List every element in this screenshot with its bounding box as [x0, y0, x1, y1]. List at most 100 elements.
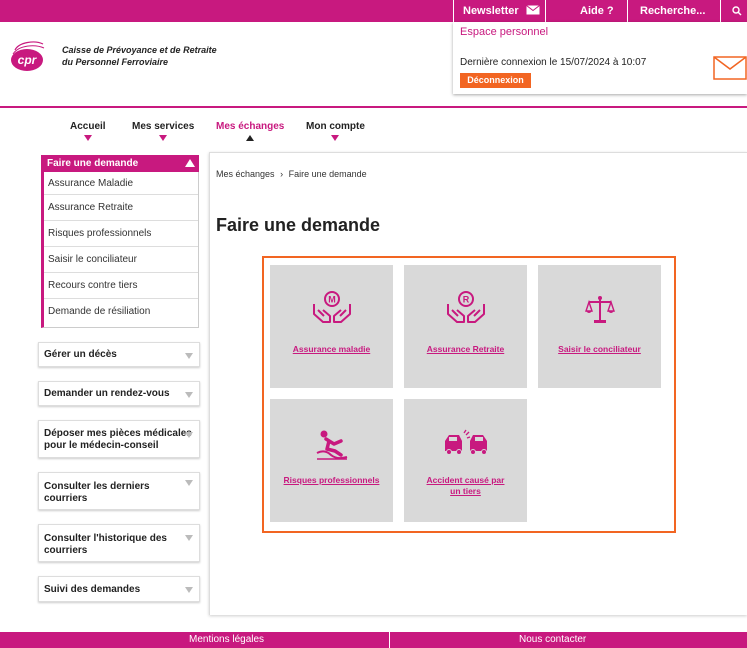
logo-text: cpr	[18, 53, 38, 67]
section-label-line2: courriers	[44, 493, 88, 504]
collapse-icon	[185, 159, 195, 167]
mail-icon[interactable]	[713, 56, 747, 80]
newsletter-link[interactable]: Newsletter	[463, 0, 540, 22]
chevron-down-icon	[185, 432, 193, 438]
svg-text:R: R	[462, 295, 469, 305]
sidebar-section-historique-courriers[interactable]: Consulter l'historique des courriers	[38, 524, 200, 562]
nav-label: Accueil	[70, 121, 106, 132]
cpr-logo[interactable]: cpr	[9, 40, 45, 74]
envelope-icon	[525, 5, 540, 15]
section-label: Déposer mes pièces médicales pour le méd…	[44, 428, 192, 452]
tile-risques-professionnels[interactable]: Risques professionnels	[270, 399, 393, 522]
tile-label-line1: Saisir le conciliateur	[558, 344, 641, 354]
top-bar-divider	[453, 0, 454, 22]
sidebar-section-rendez-vous[interactable]: Demander un rendez-vous	[38, 381, 200, 406]
personal-space-title[interactable]: Espace personnel	[460, 26, 548, 38]
tile-label: Accident causé par un tiers	[408, 475, 523, 497]
sidebar-item-recours-contre-tiers[interactable]: Recours contre tiers	[44, 273, 198, 299]
sidebar-section-derniers-courriers[interactable]: Consulter les derniers courriers	[38, 472, 200, 510]
organization-name: Caisse de Prévoyance et de Retraite du P…	[62, 44, 217, 68]
chevron-down-icon	[83, 135, 92, 141]
sidebar-submenu: Assurance Maladie Assurance Retraite Ris…	[41, 172, 199, 328]
tile-label: Assurance Retraite	[408, 344, 523, 355]
footer: Mentions légales Nous contacter	[0, 632, 747, 648]
chevron-down-icon	[185, 353, 193, 359]
nav-label: Mes services	[132, 121, 195, 132]
section-label-line1: Consulter l'historique des	[44, 533, 167, 544]
scales-icon	[584, 296, 615, 323]
chevron-down-icon	[331, 135, 340, 141]
tile-saisir-conciliateur[interactable]: Saisir le conciliateur	[538, 265, 661, 388]
nav-label: Mes échanges	[216, 121, 285, 132]
tile-assurance-maladie[interactable]: M Assurance maladie	[270, 265, 393, 388]
logout-button[interactable]: Déconnexion	[460, 73, 531, 88]
chevron-up-icon	[246, 135, 255, 141]
section-label: Suivi des demandes	[44, 584, 140, 596]
section-label-line2: courriers	[44, 545, 88, 556]
section-label-line1: Suivi des demandes	[44, 584, 141, 595]
tile-label-line2: un tiers	[450, 486, 481, 496]
nav-item-accueil[interactable]: Accueil	[70, 121, 106, 141]
tile-accident-tiers[interactable]: Accident causé par un tiers	[404, 399, 527, 522]
breadcrumb-current: Faire une demande	[288, 169, 367, 179]
nav-label: Mon compte	[306, 121, 365, 132]
hands-r-icon: R	[446, 291, 485, 323]
nav-item-mes-echanges[interactable]: Mes échanges	[216, 121, 284, 141]
car-crash-icon	[444, 429, 487, 455]
breadcrumb-separator: ›	[280, 169, 284, 179]
sidebar-item-assurance-maladie[interactable]: Assurance Maladie	[44, 172, 198, 195]
sidebar-item-demande-resiliation[interactable]: Demande de résiliation	[44, 299, 198, 325]
help-link[interactable]: Aide ?	[580, 0, 614, 22]
sidebar-item-risques-professionnels[interactable]: Risques professionnels	[44, 221, 198, 247]
newsletter-label: Newsletter	[463, 5, 519, 17]
search-input[interactable]: Recherche...	[628, 0, 720, 22]
chevron-down-icon	[185, 480, 193, 486]
tile-label-line1: Assurance maladie	[292, 344, 371, 354]
page-title: Faire une demande	[216, 215, 381, 235]
search-icon[interactable]	[732, 6, 742, 16]
hands-m-icon: M	[312, 291, 351, 323]
breadcrumb: Mes échanges › Faire une demande	[216, 169, 367, 179]
section-label: Consulter les derniers courriers	[44, 481, 150, 505]
section-label-line1: Consulter les derniers	[44, 481, 150, 492]
section-label: Gérer un décès	[44, 349, 117, 361]
chevron-down-icon	[185, 535, 193, 541]
footer-divider	[389, 632, 390, 648]
sidebar-header-faire-une-demande[interactable]: Faire une demande	[41, 155, 199, 172]
sidebar-header-label: Faire une demande	[47, 158, 139, 169]
tile-assurance-retraite[interactable]: R Assurance Retraite	[404, 265, 527, 388]
sidebar-section-suivi-demandes[interactable]: Suivi des demandes	[38, 576, 200, 602]
tile-label-line1: Accident causé par	[426, 475, 505, 485]
organization-name-line2: du Personnel Ferroviaire	[62, 57, 169, 67]
section-label: Demander un rendez-vous	[44, 388, 170, 400]
search-placeholder: Recherche...	[640, 5, 706, 17]
nav-item-mon-compte[interactable]: Mon compte	[306, 121, 365, 141]
tile-label-line1: Risques professionnels	[283, 475, 380, 485]
section-label-line1: Demander un rendez-vous	[44, 388, 170, 399]
section-label-line2: pour le médecin-conseil	[44, 440, 159, 451]
top-bar-divider	[545, 0, 546, 22]
footer-contact-link[interactable]: Nous contacter	[519, 632, 586, 648]
sidebar-section-gerer-deces[interactable]: Gérer un décès	[38, 342, 200, 367]
sidebar-item-saisir-conciliateur[interactable]: Saisir le conciliateur	[44, 247, 198, 273]
organization-name-line1: Caisse de Prévoyance et de Retraite	[62, 45, 217, 55]
chevron-down-icon	[159, 135, 168, 141]
header-divider	[0, 106, 747, 108]
breadcrumb-root[interactable]: Mes échanges	[216, 169, 275, 179]
top-bar: Newsletter Aide ? Recherche...	[0, 0, 747, 22]
nav-item-mes-services[interactable]: Mes services	[132, 121, 194, 141]
section-label: Consulter l'historique des courriers	[44, 533, 167, 557]
tile-label: Assurance maladie	[274, 344, 389, 355]
tile-label: Risques professionnels	[274, 475, 389, 486]
sidebar-section-pieces-medicales[interactable]: Déposer mes pièces médicales pour le méd…	[38, 420, 200, 458]
footer-legal-link[interactable]: Mentions légales	[189, 632, 264, 648]
svg-text:M: M	[328, 295, 336, 305]
tile-label-line1: Assurance Retraite	[426, 344, 505, 354]
section-label-line1: Gérer un décès	[44, 349, 117, 360]
personal-space-panel: Espace personnel Dernière connexion le 1…	[453, 22, 747, 94]
chevron-down-icon	[185, 587, 193, 593]
chevron-down-icon	[185, 392, 193, 398]
sidebar-item-assurance-retraite[interactable]: Assurance Retraite	[44, 195, 198, 221]
section-label-line1: Déposer mes pièces médicales	[44, 428, 192, 439]
top-bar-divider	[720, 0, 721, 22]
